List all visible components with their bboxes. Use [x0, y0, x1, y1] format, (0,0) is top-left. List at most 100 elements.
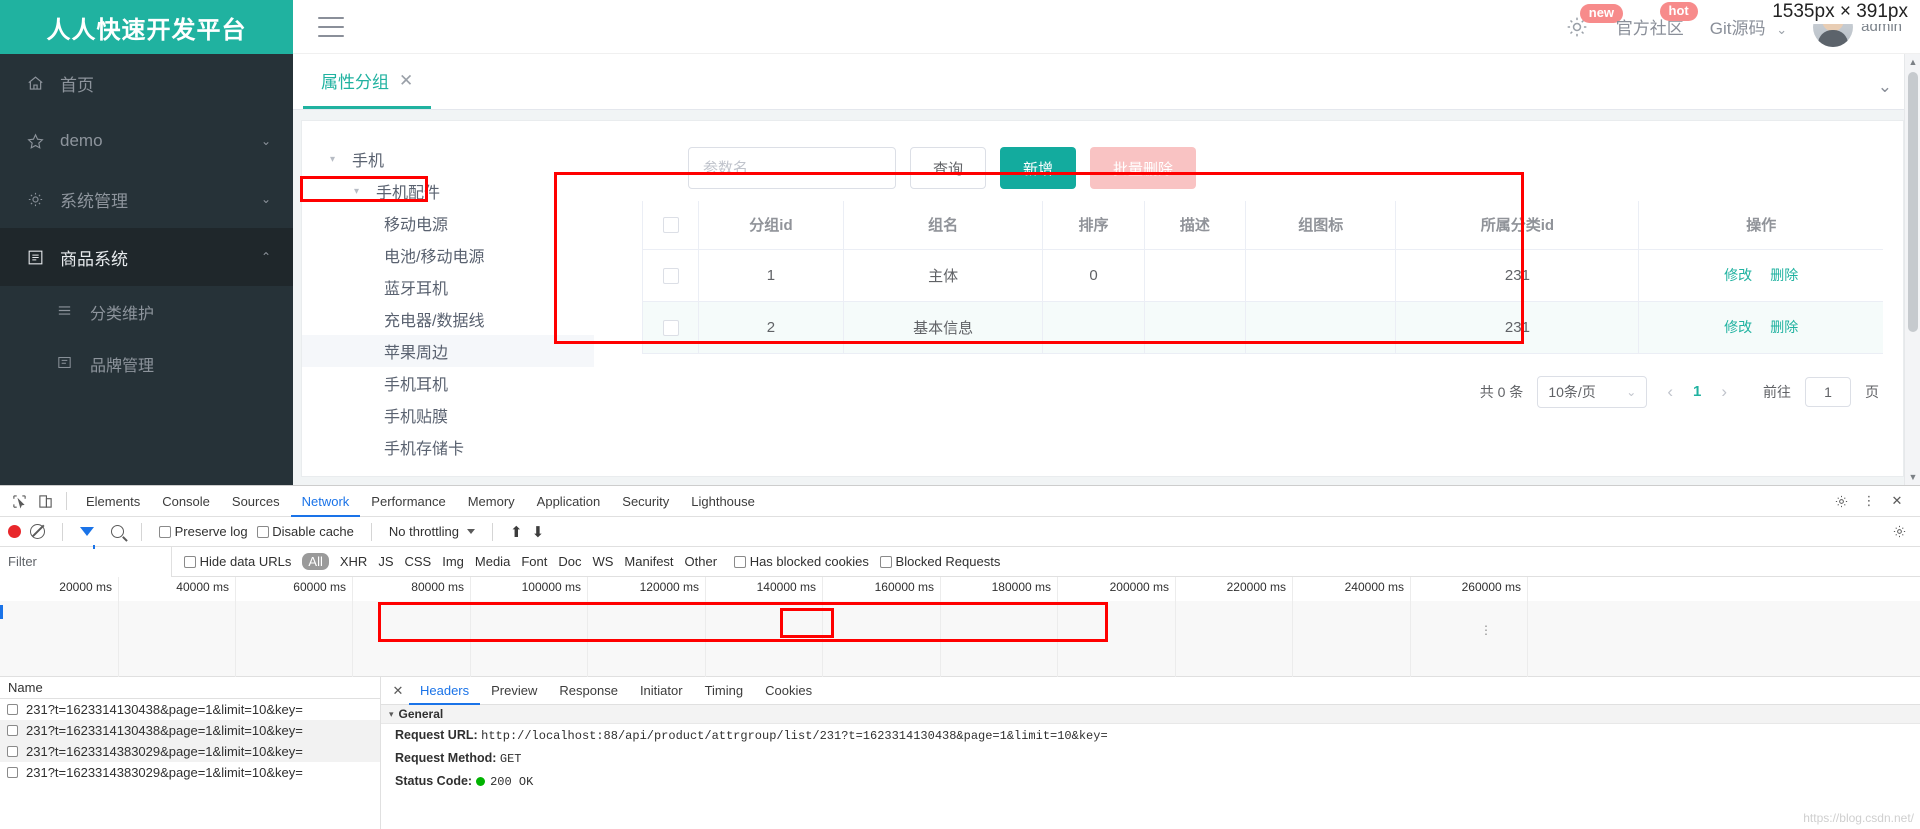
tab-attr-group[interactable]: 属性分组 ✕	[303, 68, 432, 109]
hamburger-icon[interactable]	[318, 16, 344, 37]
devtools-tab-lighthouse[interactable]: Lighthouse	[680, 486, 766, 517]
checkbox-box[interactable]	[184, 556, 196, 568]
query-button[interactable]: 查询	[910, 147, 987, 189]
export-har-icon[interactable]: ⬇	[532, 523, 545, 541]
tree-node[interactable]: 手机耳机	[302, 367, 642, 399]
timeline-grip-icon[interactable]: ⋮	[1480, 623, 1492, 637]
tree-node[interactable]: 手机存储卡	[302, 431, 642, 463]
select-all-checkbox[interactable]	[662, 217, 679, 234]
edit-link[interactable]: 修改	[1724, 267, 1752, 283]
list-item[interactable]: 231?t=1623314383029&page=1&limit=10&key=	[0, 762, 380, 783]
throttling-select[interactable]: No throttling	[389, 524, 475, 539]
delete-link[interactable]: 删除	[1770, 267, 1798, 283]
request-url-value[interactable]: http://localhost:88/api/product/attrgrou…	[481, 729, 1108, 743]
devtools-tab-memory[interactable]: Memory	[457, 486, 526, 517]
sidebar-item-system[interactable]: 系统管理 ⌄	[0, 170, 293, 228]
detail-tab-timing[interactable]: Timing	[694, 677, 755, 705]
devtools-tab-application[interactable]: Application	[526, 486, 612, 517]
hide-data-urls-checkbox[interactable]: Hide data URLs	[184, 554, 291, 569]
tree-node[interactable]: 苹果周边	[302, 335, 594, 367]
detail-tab-initiator[interactable]: Initiator	[629, 677, 694, 705]
scrollbar-thumb[interactable]	[1908, 72, 1918, 332]
edit-link[interactable]: 修改	[1724, 319, 1752, 335]
blocked-requests-checkbox[interactable]: Blocked Requests	[879, 554, 1000, 569]
table-row[interactable]: 2 基本信息 231 修改 删除	[642, 301, 1883, 354]
row-checkbox[interactable]	[7, 746, 18, 757]
devtools-tab-security[interactable]: Security	[611, 486, 680, 517]
app-logo[interactable]: 人人快速开发平台	[0, 0, 293, 54]
devtools-tab-console[interactable]: Console	[151, 486, 221, 517]
row-checkbox[interactable]	[7, 704, 18, 715]
resource-type-all[interactable]: All	[302, 553, 329, 570]
requests-column-header[interactable]: Name	[0, 677, 380, 699]
row-checkbox[interactable]	[662, 319, 679, 336]
resource-type-css[interactable]: CSS	[404, 554, 431, 569]
row-checkbox[interactable]	[7, 767, 18, 778]
disable-cache-checkbox[interactable]: Disable cache	[256, 524, 354, 539]
add-button[interactable]: 新增	[1000, 147, 1077, 189]
content-scrollbar[interactable]: ▲ ▼	[1904, 54, 1920, 485]
page-number-1[interactable]: 1	[1693, 383, 1701, 400]
scroll-up-icon[interactable]: ▲	[1905, 54, 1920, 70]
general-section-header[interactable]: ▾ General	[381, 705, 1920, 724]
resource-type-img[interactable]: Img	[442, 554, 464, 569]
resource-type-ws[interactable]: WS	[592, 554, 613, 569]
checkbox-box[interactable]	[734, 556, 747, 568]
resource-type-manifest[interactable]: Manifest	[624, 554, 673, 569]
next-page-button[interactable]: ›	[1715, 382, 1733, 402]
tree-node[interactable]: 电池/移动电源	[302, 239, 642, 271]
filter-icon[interactable]	[80, 527, 95, 549]
resource-type-xhr[interactable]: XHR	[340, 554, 367, 569]
detail-tab-headers[interactable]: Headers	[409, 677, 480, 705]
tree-node[interactable]: 手机贴膜	[302, 399, 642, 431]
list-item[interactable]: 231?t=1623314383029&page=1&limit=10&key=	[0, 741, 380, 762]
checkbox-box[interactable]	[256, 526, 269, 538]
sidebar-item-brand[interactable]: 品牌管理	[0, 338, 293, 390]
tree-node[interactable]: 蓝牙耳机	[302, 271, 642, 303]
record-icon[interactable]	[8, 525, 21, 538]
sidebar-item-category[interactable]: 分类维护	[0, 286, 293, 338]
search-icon[interactable]	[111, 525, 124, 538]
community-link[interactable]: 官方社区 hot	[1616, 2, 1698, 39]
devtools-tab-sources[interactable]: Sources	[221, 486, 291, 517]
tree-node-mobile-power[interactable]: 移动电源	[302, 207, 642, 239]
network-settings-icon[interactable]	[1886, 520, 1912, 544]
sidebar-item-demo[interactable]: demo ⌄	[0, 112, 293, 170]
delete-link[interactable]: 删除	[1770, 319, 1798, 335]
resource-type-doc[interactable]: Doc	[558, 554, 581, 569]
close-icon[interactable]: ✕	[1884, 489, 1910, 513]
page-size-select[interactable]: 10条/页 ⌄	[1537, 375, 1648, 408]
caret-down-icon[interactable]: ▾	[354, 186, 370, 197]
import-har-icon[interactable]: ⬆	[510, 523, 523, 541]
inspect-element-icon[interactable]	[6, 489, 32, 513]
gear-icon[interactable]	[1828, 489, 1854, 513]
sidebar-item-product[interactable]: 商品系统 ⌃	[0, 228, 293, 286]
row-checkbox[interactable]	[662, 267, 679, 284]
device-toolbar-icon[interactable]	[32, 489, 58, 513]
row-checkbox[interactable]	[7, 725, 18, 736]
list-item[interactable]: 231?t=1623314130438&page=1&limit=10&key=	[0, 720, 380, 741]
clear-icon[interactable]	[30, 524, 45, 539]
close-icon[interactable]: ✕	[387, 683, 409, 699]
table-row[interactable]: 1 主体 0 231 修改 删除	[642, 249, 1883, 302]
batch-delete-button[interactable]: 批量删除	[1090, 147, 1197, 189]
prev-page-button[interactable]: ‹	[1661, 382, 1679, 402]
header-settings-group[interactable]: new	[1564, 3, 1624, 40]
sidebar-item-home[interactable]: 首页	[0, 54, 293, 112]
resource-type-media[interactable]: Media	[475, 554, 510, 569]
list-item[interactable]: 231?t=1623314130438&page=1&limit=10&key=	[0, 699, 380, 720]
resource-type-js[interactable]: JS	[378, 554, 393, 569]
tree-node[interactable]: ▾ 手机配件	[302, 175, 642, 207]
scroll-down-icon[interactable]: ▼	[1905, 469, 1920, 485]
devtools-tab-network[interactable]: Network	[291, 486, 361, 517]
preserve-log-checkbox[interactable]: Preserve log	[159, 524, 248, 539]
chevron-down-icon[interactable]: ⌄	[1878, 77, 1892, 97]
search-input[interactable]	[688, 147, 896, 189]
close-icon[interactable]: ✕	[399, 71, 413, 91]
goto-page-input[interactable]	[1805, 376, 1851, 407]
tree-node[interactable]: ▾ 手机	[302, 143, 642, 175]
detail-tab-cookies[interactable]: Cookies	[754, 677, 823, 705]
detail-tab-response[interactable]: Response	[548, 677, 629, 705]
caret-down-icon[interactable]: ▾	[330, 154, 346, 165]
resource-type-font[interactable]: Font	[521, 554, 547, 569]
